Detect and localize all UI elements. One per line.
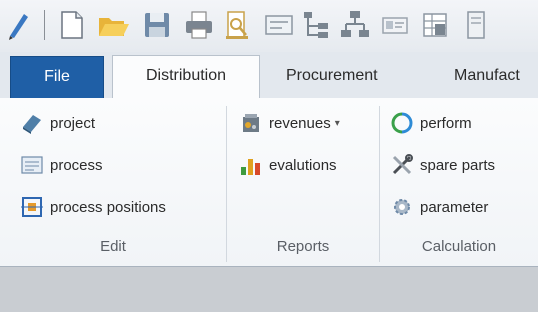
- parameter-button[interactable]: parameter: [390, 192, 488, 222]
- perform-button[interactable]: perform: [390, 108, 472, 138]
- parameter-label: parameter: [420, 198, 489, 216]
- form-icon[interactable]: [262, 8, 296, 42]
- open-folder-icon[interactable]: [96, 8, 130, 42]
- tab-procurement[interactable]: Procurement: [268, 56, 400, 98]
- revenues-icon: [243, 114, 259, 132]
- spare-parts-button[interactable]: spare parts: [390, 150, 495, 180]
- evalutions-label: evalutions: [269, 156, 337, 174]
- grid-icon[interactable]: [418, 8, 452, 42]
- refresh-icon: [391, 112, 413, 134]
- edit-group-label: Edit: [100, 238, 126, 255]
- process-positions-label: process positions: [50, 198, 166, 216]
- ribbon-tab-strip: File Distribution Procurement Manufact: [0, 52, 538, 99]
- print-icon[interactable]: [182, 8, 216, 42]
- process-label: process: [50, 156, 103, 174]
- print-preview-icon[interactable]: [220, 8, 254, 42]
- new-document-icon[interactable]: [54, 8, 88, 42]
- reports-group-label: Reports: [276, 238, 330, 255]
- project-icon: [23, 115, 41, 134]
- evalutions-button[interactable]: evalutions: [239, 150, 337, 180]
- card-icon[interactable]: [378, 8, 412, 42]
- edit-group: project process process positions Edit: [0, 98, 226, 266]
- document-icon[interactable]: [458, 8, 492, 42]
- ribbon-panel: project process process positions Edit r…: [0, 98, 538, 267]
- dropdown-arrow-icon: ▾: [334, 117, 340, 129]
- spare-parts-label: spare parts: [420, 156, 496, 174]
- process-positions-icon: [21, 197, 43, 217]
- tools-icon: [392, 154, 413, 175]
- calculation-group-label: Calculation: [421, 238, 497, 255]
- calculation-group: perform spare parts parameter Calculatio…: [380, 98, 538, 266]
- perform-label: perform: [420, 114, 472, 132]
- quick-access-toolbar: [0, 0, 538, 52]
- save-icon[interactable]: [140, 8, 174, 42]
- gear-icon: [394, 199, 410, 215]
- process-icon: [21, 156, 43, 174]
- edit-icon[interactable]: [4, 8, 38, 42]
- tab-file[interactable]: File: [10, 56, 104, 98]
- tree-icon[interactable]: [298, 8, 332, 42]
- revenues-label: revenues: [269, 114, 331, 132]
- project-button[interactable]: project: [20, 108, 95, 138]
- hierarchy-icon[interactable]: [338, 8, 372, 42]
- revenues-button[interactable]: revenues ▾: [239, 108, 340, 138]
- tab-manufacturing[interactable]: Manufact: [410, 56, 538, 98]
- toolbar-separator: [44, 10, 45, 40]
- tab-distribution[interactable]: Distribution: [112, 55, 260, 99]
- bar-chart-icon: [241, 159, 260, 175]
- process-button[interactable]: process: [20, 150, 103, 180]
- project-label: project: [50, 114, 96, 132]
- reports-group: revenues ▾ evalutions Reports: [227, 98, 379, 266]
- workspace-area: [0, 267, 538, 312]
- process-positions-button[interactable]: process positions: [20, 192, 166, 222]
